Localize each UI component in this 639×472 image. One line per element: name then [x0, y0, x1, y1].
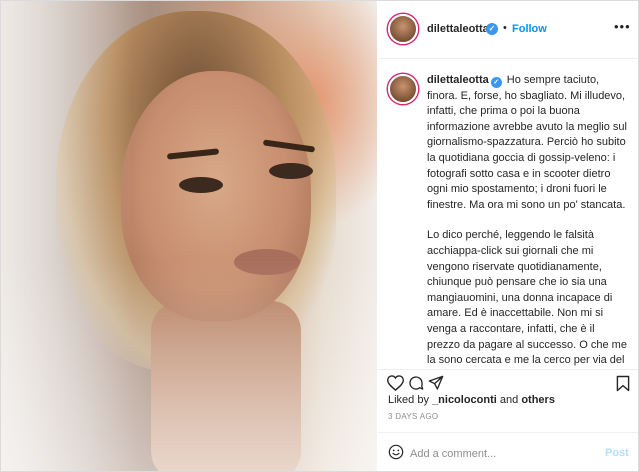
caption-paragraph-2: Lo dico perché, leggendo le falsità acch… [427, 228, 627, 369]
comment-bubble-icon[interactable] [408, 375, 424, 391]
caption-avatar[interactable] [388, 74, 418, 104]
liked-user-link[interactable]: _nicoloconti [432, 394, 497, 406]
caption-area[interactable]: dilettaleotta ✓ Ho sempre taciuto, finora… [378, 59, 638, 369]
post-photo[interactable] [1, 1, 377, 471]
heart-icon[interactable] [387, 375, 404, 391]
liked-and: and [499, 394, 519, 406]
emoji-smile-icon[interactable] [388, 444, 404, 460]
photo-soft-veil [1, 1, 377, 471]
post-sidebar: dilettaleotta ✓ • Follow ••• dilettaleot… [378, 1, 638, 471]
comment-bar: Post [378, 432, 638, 471]
post-comment-button[interactable]: Post [605, 447, 629, 459]
instagram-post-modal: dilettaleotta ✓ • Follow ••• dilettaleot… [0, 0, 639, 472]
liked-by-text: Liked by _nicoloconti and others [388, 394, 555, 406]
verified-badge-icon: ✓ [486, 23, 498, 35]
post-actions: Liked by _nicoloconti and others 3 DAYS … [378, 369, 638, 471]
post-header: dilettaleotta ✓ • Follow ••• [378, 1, 638, 59]
caption-text: dilettaleotta ✓ Ho sempre taciuto, finora… [427, 73, 627, 369]
liked-others-link[interactable]: others [521, 394, 555, 406]
author-username[interactable]: dilettaleotta [427, 23, 489, 35]
caption-paragraph-1: dilettaleotta ✓ Ho sempre taciuto, finora… [427, 73, 627, 213]
caption-paragraph-2-text: Lo dico perché, leggendo le falsità acch… [427, 229, 627, 367]
author-avatar[interactable] [388, 14, 418, 44]
caption-paragraph-1-text: Ho sempre taciuto, finora. E, forse, ho … [427, 74, 627, 211]
header-separator: • [503, 22, 507, 34]
more-options-icon[interactable]: ••• [614, 19, 631, 34]
follow-button[interactable]: Follow [512, 23, 547, 35]
paper-plane-icon[interactable] [428, 375, 444, 391]
liked-prefix: Liked by [388, 394, 429, 406]
add-comment-input[interactable] [408, 445, 592, 463]
bookmark-icon[interactable] [616, 375, 630, 392]
caption-username[interactable]: dilettaleotta [427, 74, 489, 86]
caption-verified-badge-icon: ✓ [490, 77, 502, 88]
post-timestamp[interactable]: 3 DAYS AGO [388, 412, 438, 421]
